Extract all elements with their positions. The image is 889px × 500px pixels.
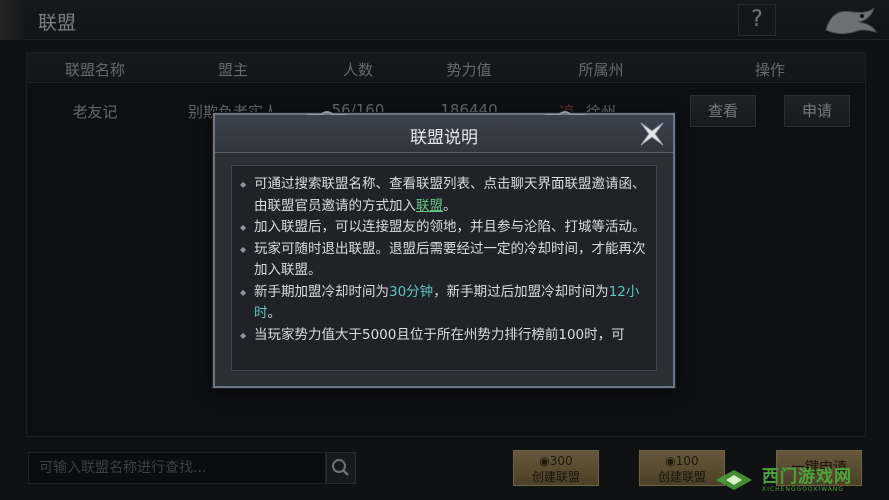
cooldown-newbie: 30分钟 [389,283,434,300]
dialog-content[interactable]: 可通过搜索联盟名称、查看联盟列表、点击聊天界面联盟邀请函、由联盟官员邀请的方式加… [231,165,657,371]
close-icon [640,122,664,146]
dialog-title: 联盟说明 [410,128,478,148]
info-item: 玩家可随时退出联盟。退盟后需要经过一定的冷却时间，才能再次加入联盟。 [240,239,646,282]
alliance-link[interactable]: 联盟 [416,198,443,214]
watermark-text: 西门游戏网 [762,467,852,487]
info-item: 加入联盟后，可以连接盟友的领地，并且参与沦陷、打城等活动。 [240,217,646,239]
close-button[interactable] [635,117,669,151]
info-item: 可通过搜索联盟名称、查看联盟列表、点击聊天界面联盟邀请函、由联盟官员邀请的方式加… [240,174,646,217]
dialog-header: 联盟说明 [215,115,673,153]
info-item: 当玩家势力值大于5000且位于所在州势力排行榜前100时，可 [240,325,646,347]
info-item: 新手期加盟冷却时间为30分钟，新手期过后加盟冷却时间为12小时。 [240,282,646,325]
alliance-info-dialog: 联盟说明 可通过搜索联盟名称、查看联盟列表、点击聊天界面联盟邀请函、由联盟官员邀… [213,111,675,388]
watermark-subtext: XICHENGGOOXIWANG [762,486,844,493]
